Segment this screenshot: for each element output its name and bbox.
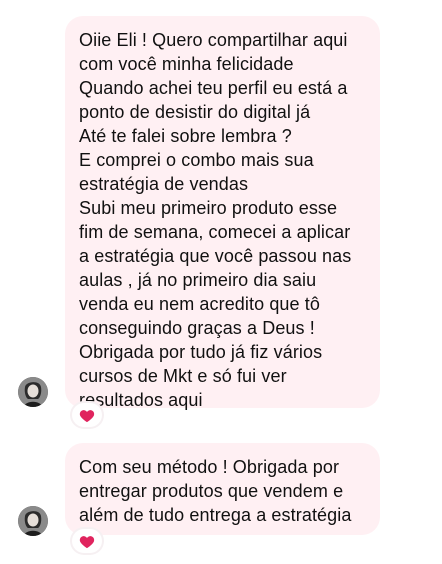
heart-icon [79, 409, 95, 422]
reaction-badge-2[interactable] [72, 529, 102, 553]
message-line: Subi meu primeiro produto esse [79, 198, 338, 218]
message-line: estratégia de vendas [79, 174, 249, 194]
heart-icon [79, 535, 95, 548]
message-line: Até te falei sobre lembra ? [79, 126, 292, 146]
message-line: Quando achei teu perfil eu está a [79, 78, 348, 98]
message-line: entregar produtos que vendem e [79, 481, 344, 501]
message-line: E comprei o combo mais sua [79, 150, 314, 170]
avatar[interactable] [18, 377, 48, 407]
message-line: Obrigada por tudo já fiz vários [79, 342, 323, 362]
message-line: além de tudo entrega a estratégia [79, 505, 352, 525]
message-line: conseguindo graças a Deus ! [79, 318, 315, 338]
avatar[interactable] [18, 506, 48, 536]
message-line: resultados aqui [79, 390, 203, 410]
profile-photo-icon [18, 377, 48, 407]
message-line: aulas , já no primeiro dia saiu [79, 270, 317, 290]
message-line: Oiie Eli ! Quero compartilhar aqui [79, 30, 348, 50]
message-line: venda eu nem acredito que tô [79, 294, 320, 314]
message-line: Com seu método ! Obrigada por [79, 457, 340, 477]
message-bubble-2[interactable]: Com seu método ! Obrigada por entregar p… [65, 443, 380, 535]
message-line: ponto de desistir do digital já [79, 102, 311, 122]
message-line: com você minha felicidade [79, 54, 294, 74]
message-line: fim de semana, comecei a aplicar [79, 222, 351, 242]
message-bubble-1[interactable]: Oiie Eli ! Quero compartilhar aqui com v… [65, 16, 380, 410]
reaction-badge-1[interactable] [72, 403, 102, 427]
profile-photo-icon [18, 506, 48, 536]
message-line: a estratégia que você passou nas [79, 246, 352, 266]
message-line: cursos de Mkt e só fui ver [79, 366, 287, 386]
